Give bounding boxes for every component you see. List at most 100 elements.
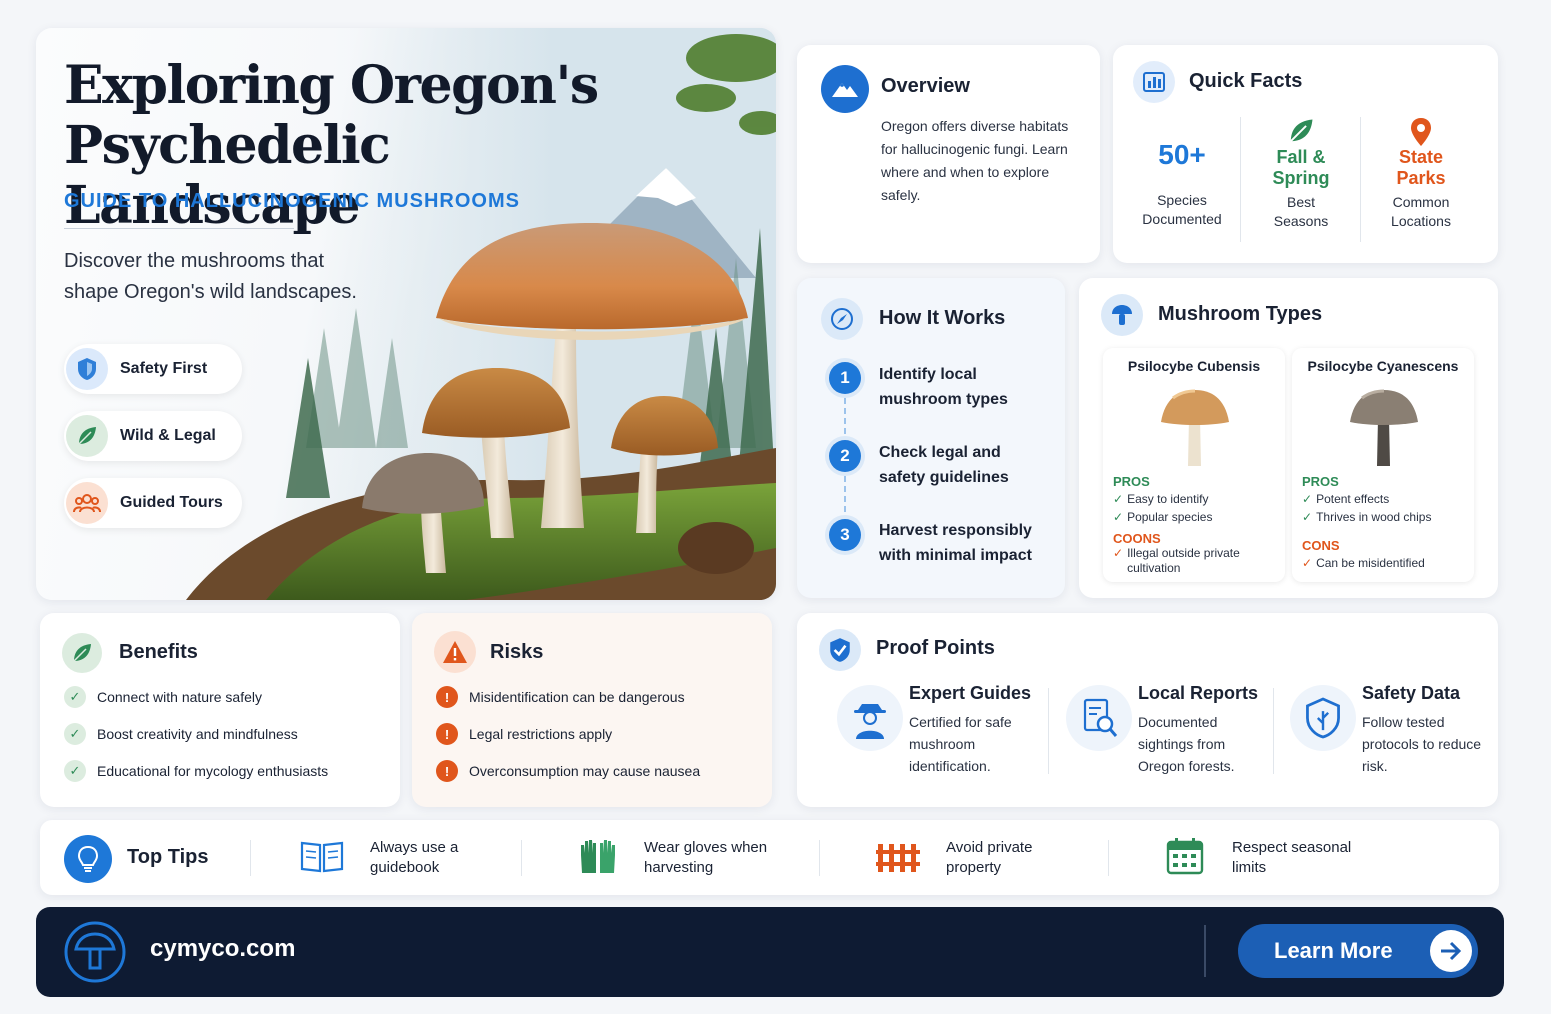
top-tips-title: Top Tips [127, 846, 209, 868]
fact-species: 50+ Species Documented [1122, 139, 1242, 229]
step-connector [844, 398, 846, 444]
fact-value: 50+ [1158, 139, 1206, 170]
how-it-works-title: How It Works [879, 307, 1006, 329]
check-icon: ✓ [64, 686, 86, 708]
fact-seasons: Fall & Spring Best Seasons [1241, 117, 1361, 231]
report-search-icon [1066, 685, 1132, 751]
divider [64, 228, 294, 229]
pill-label: Guided Tours [120, 494, 223, 511]
tip-item: Respect seasonal limits [1166, 834, 1372, 882]
divider [1108, 840, 1109, 876]
risk-text: Overconsumption may cause nausea [469, 763, 701, 779]
divider [250, 840, 251, 876]
con-item: ✓ Illegal outside private cultivation [1113, 546, 1278, 576]
map-pin-icon [1361, 117, 1481, 147]
alert-icon: ! [436, 686, 458, 708]
con-text: Can be misidentified [1316, 556, 1425, 570]
leaf-icon [1241, 117, 1361, 147]
fact-value: State Parks [1396, 147, 1446, 188]
footer-bar: cymyco.com Learn More [36, 907, 1504, 997]
hero-description: Discover the mushrooms that shape Oregon… [64, 250, 357, 303]
step-text: Check legal and safety guidelines [879, 444, 1009, 486]
arrow-right-icon [1430, 930, 1472, 972]
proof-text: Follow tested protocols to reduce risk. [1362, 714, 1482, 774]
mushroom-icon [1101, 294, 1143, 336]
leaf-icon [62, 633, 102, 673]
ranger-icon [837, 685, 903, 751]
list-item: ✓ Boost creativity and mindfulness [64, 723, 298, 745]
compass-icon [821, 298, 863, 340]
tip-text: Always use a guidebook [370, 839, 459, 876]
benefit-text: Connect with nature safely [97, 689, 262, 705]
mushroom-types-card: Mushroom Types Psilocybe Cubensis PROS ✓… [1079, 278, 1498, 598]
step-number: 3 [829, 519, 861, 551]
proof-points-card: Proof Points Expert Guides Certified for… [797, 613, 1498, 807]
tip-item: Wear gloves when harvesting [578, 834, 774, 882]
list-item: ! Legal restrictions apply [436, 723, 612, 745]
divider [1273, 688, 1274, 774]
list-item: ✓ Educational for mycology enthusiasts [64, 760, 328, 782]
pill-safety-first[interactable]: Safety First [64, 344, 242, 394]
hero-panel: Exploring Oregon's Psychedelic Landscape… [36, 28, 776, 600]
hero-subtitle: GUIDE TO HALLUCINOGENIC MUSHROOMS [64, 190, 520, 212]
pill-guided-tours[interactable]: Guided Tours [64, 478, 242, 528]
quick-facts-card: Quick Facts 50+ Species Documented Fall … [1113, 45, 1498, 263]
quick-facts-title: Quick Facts [1189, 70, 1303, 92]
proof-text: Documented sightings from Oregon forests… [1138, 714, 1235, 774]
risks-title: Risks [490, 641, 544, 663]
gloves-icon [578, 837, 618, 880]
con-item: ✓ Can be misidentified [1302, 556, 1425, 570]
mountain-icon [821, 65, 869, 113]
benefit-text: Boost creativity and mindfulness [97, 726, 298, 742]
fact-label: Best Seasons [1273, 194, 1329, 229]
step-text: Identify local mushroom types [879, 366, 1008, 408]
mushroom-image [1161, 389, 1229, 466]
proof-title: Local Reports [1138, 683, 1259, 703]
fact-locations: State Parks Common Locations [1361, 117, 1481, 231]
benefits-card: Benefits ✓ Connect with nature safely ✓ Bo… [40, 613, 400, 807]
site-url[interactable]: cymyco.com [150, 935, 295, 963]
type-name: Psilocybe Cyanescens [1307, 358, 1459, 374]
divider [1204, 925, 1206, 977]
benefit-text: Educational for mycology enthusiasts [97, 763, 329, 779]
pro-item: ✓ Popular species [1113, 510, 1213, 524]
pro-item: ✓ Easy to identify [1113, 492, 1209, 506]
divider [521, 840, 522, 876]
proof-title: Expert Guides [909, 683, 1032, 703]
pill-wild-legal[interactable]: Wild & Legal [64, 411, 242, 461]
fact-label: Species Documented [1142, 192, 1222, 227]
how-it-works-card: How It Works 1 Identify local mushroom t… [797, 278, 1065, 598]
tip-text: Avoid private property [946, 839, 1033, 876]
learn-more-button[interactable]: Learn More [1238, 924, 1478, 978]
step-number: 2 [829, 440, 861, 472]
pros-label: PROS [1302, 474, 1339, 489]
cons-label: CONS [1302, 538, 1340, 553]
bar-chart-icon [1133, 61, 1175, 103]
type-card-cubensis: Psilocybe Cubensis PROS ✓ Easy to identif… [1103, 348, 1285, 582]
pro-text: Popular species [1127, 510, 1213, 524]
pro-text: Thrives in wood chips [1316, 510, 1432, 524]
shield-leaf-icon [1290, 685, 1356, 751]
cons-label: COONS [1113, 531, 1161, 546]
list-item: ! Misidentification can be dangerous [436, 686, 685, 708]
list-item: ! Overconsumption may cause nausea [436, 760, 700, 782]
type-name: Psilocybe Cubensis [1127, 358, 1261, 374]
tip-text: Respect seasonal limits [1232, 839, 1352, 876]
mushroom-image [1350, 389, 1418, 466]
shield-icon [66, 348, 108, 390]
proof-text: Certified for safe mushroom identificati… [909, 714, 1012, 774]
step-text: Harvest responsibly with minimal impact [879, 522, 1032, 564]
overview-title: Overview [881, 75, 970, 97]
benefits-title: Benefits [119, 641, 198, 663]
pill-label: Wild & Legal [120, 427, 216, 444]
pill-label: Safety First [120, 360, 208, 377]
overview-card: Overview Oregon offers diverse habitats … [797, 45, 1100, 263]
pro-text: Easy to identify [1127, 492, 1209, 506]
risk-text: Legal restrictions apply [469, 726, 613, 742]
group-icon [66, 482, 108, 524]
list-item: ✓ Connect with nature safely [64, 686, 262, 708]
divider [819, 840, 820, 876]
alert-icon: ! [436, 723, 458, 745]
tip-text: Wear gloves when harvesting [644, 839, 768, 876]
button-label: Learn More [1274, 938, 1393, 963]
